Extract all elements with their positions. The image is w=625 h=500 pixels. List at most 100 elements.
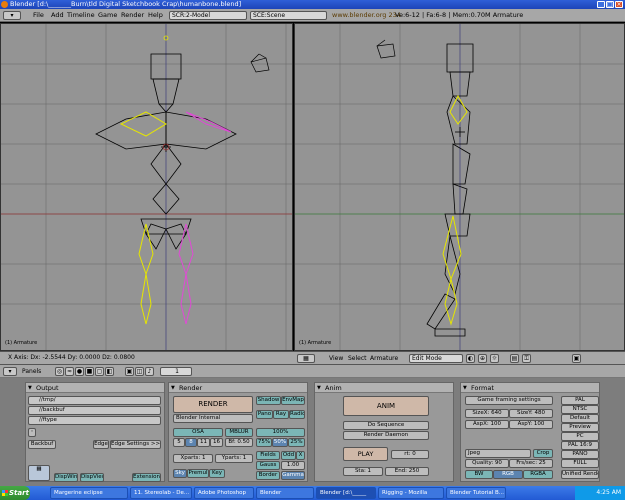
osa-5-button[interactable]: 5 (173, 438, 185, 447)
gauss-toggle[interactable]: Gauss (256, 461, 280, 470)
menu-render[interactable]: Render (121, 11, 144, 20)
viewport-front[interactable]: (1) Armature (0, 23, 293, 351)
menu-game[interactable]: Game (98, 11, 117, 20)
osa-16-button[interactable]: 16 (210, 438, 223, 447)
gauss-value-field[interactable]: 1.00 (281, 461, 305, 470)
preset-pano[interactable]: PANO (561, 450, 599, 459)
yparts-field[interactable]: Yparts: 1 (215, 454, 253, 463)
key-toggle[interactable]: Key (209, 469, 225, 478)
frame-field[interactable]: 1 (160, 367, 192, 376)
select-menu[interactable]: Select (348, 354, 367, 363)
task-blender[interactable]: Blender (256, 487, 314, 499)
file-type-select[interactable]: Jpeg (465, 449, 531, 458)
preset-pal[interactable]: PAL (561, 396, 599, 405)
aspx-field[interactable]: AspX: 100 (465, 420, 509, 429)
lock-icon[interactable]: ⚿ (522, 354, 531, 363)
logic-icon[interactable]: ◎ (55, 367, 64, 376)
anim-button[interactable]: ANIM (343, 396, 429, 416)
start-frame-field[interactable]: Sta: 1 (343, 467, 383, 476)
gamma-toggle[interactable]: Gamma (281, 471, 305, 480)
scene-selector[interactable]: SCE:Scene (250, 11, 327, 20)
window-type-icon[interactable]: ▾ (3, 11, 21, 20)
percent-75-button[interactable]: 75% (256, 438, 272, 447)
envmap-toggle[interactable]: EnvMap (281, 396, 305, 405)
end-frame-field[interactable]: End: 250 (385, 467, 429, 476)
panels-menu[interactable]: Panels (22, 367, 41, 376)
editing-icon[interactable]: ▢ (95, 367, 104, 376)
render-panel-title[interactable]: Render (169, 383, 307, 393)
disp-grid-icon[interactable]: ▦ (28, 465, 50, 481)
game-framing-button[interactable]: Game framing settings (465, 396, 553, 405)
fields-toggle[interactable]: Fields (256, 451, 280, 460)
ray-toggle[interactable]: Ray (273, 410, 289, 419)
start-button[interactable]: Start (0, 486, 30, 500)
dispwin-button[interactable]: DispWin (54, 473, 78, 482)
rgb-toggle[interactable]: RGB (493, 470, 523, 479)
edge-button[interactable]: Edge (93, 440, 109, 449)
viewport-side[interactable]: (1) Armature (294, 23, 625, 351)
task-mozilla[interactable]: Rigging - Mozilla (378, 487, 444, 499)
percent-100-button[interactable]: 100% (256, 428, 305, 437)
render-daemon-button[interactable]: Render Daemon (343, 431, 429, 440)
rt-field[interactable]: rt: 0 (391, 450, 429, 459)
draw-type-icon[interactable]: ◐ (466, 354, 475, 363)
edge-settings-button[interactable]: Edge Settings >> (110, 440, 161, 449)
script-icon[interactable]: ≈ (65, 367, 74, 376)
object-icon[interactable]: ■ (85, 367, 94, 376)
shadow-toggle[interactable]: Shadow (256, 396, 281, 405)
sizey-field[interactable]: SizeY: 480 (509, 409, 553, 418)
fps-field[interactable]: Frs/sec: 25 (509, 459, 553, 468)
preset-default[interactable]: Default (561, 414, 599, 423)
osa-8-button[interactable]: 8 (185, 438, 197, 447)
osa-toggle[interactable]: OSA (173, 428, 223, 437)
view-menu[interactable]: View (329, 354, 343, 363)
ftype-path-field[interactable]: //ftype (28, 416, 161, 425)
quality-field[interactable]: Quality: 90 (465, 459, 509, 468)
output-panel-title[interactable]: Output (26, 383, 164, 393)
preset-full[interactable]: FULL (561, 459, 599, 468)
border-toggle[interactable]: Border (256, 471, 280, 480)
extension-button[interactable]: Extension (132, 473, 161, 482)
menu-file[interactable]: File (33, 11, 44, 20)
render-engine-select[interactable]: Blender Internal (173, 414, 253, 423)
render-button[interactable]: RENDER (173, 396, 253, 413)
percent-50-button[interactable]: 50% (272, 438, 288, 447)
mode-selector[interactable]: Edit Mode (409, 354, 463, 363)
play-button[interactable]: PLAY (343, 447, 388, 461)
unified-renderer-toggle[interactable]: Unified Rende (561, 470, 599, 479)
do-sequence-button[interactable]: Do Sequence (343, 421, 429, 430)
x-toggle[interactable]: X (296, 451, 305, 460)
percent-25-button[interactable]: 25% (288, 438, 305, 447)
anim-buttons-icon[interactable]: ◫ (135, 367, 144, 376)
sound-buttons-icon[interactable]: ♪ (145, 367, 154, 376)
scene-icon[interactable]: ◧ (105, 367, 114, 376)
preset-pc[interactable]: PC (561, 432, 599, 441)
manipulator-icon[interactable]: ☼ (490, 354, 499, 363)
buttons-type-icon[interactable]: ▾ (3, 367, 17, 376)
dispview-button[interactable]: DispView (80, 473, 104, 482)
bw-toggle[interactable]: BW (465, 470, 493, 479)
pivot-icon[interactable]: ⊕ (478, 354, 487, 363)
menu-timeline[interactable]: Timeline (67, 11, 95, 20)
menu-help[interactable]: Help (148, 11, 163, 20)
menu-add[interactable]: Add (51, 11, 64, 20)
sky-toggle[interactable]: Sky (173, 469, 187, 478)
render-buttons-icon[interactable]: ▣ (125, 367, 134, 376)
view3d-type-icon[interactable]: ▦ (297, 354, 315, 363)
task-blender-active[interactable]: Blender [d:\_____ (316, 487, 376, 499)
xparts-field[interactable]: Xparts: 1 (173, 454, 213, 463)
bf-field[interactable]: Bf: 0.50 (225, 438, 253, 447)
task-blender-tutorial[interactable]: Blender Tutorial B... (446, 487, 506, 499)
preset-preview[interactable]: Preview (561, 423, 599, 432)
crop-toggle[interactable]: Crop (533, 449, 553, 458)
close-button[interactable]: × (615, 1, 623, 8)
backbuf-button[interactable]: Backbuf (28, 440, 56, 449)
task-stereolab[interactable]: 11. Stereolab - De... (130, 487, 192, 499)
mblur-toggle[interactable]: MBLUR (225, 428, 253, 437)
screen-selector[interactable]: SCR:2-Model (169, 11, 247, 20)
radio-toggle[interactable]: Radio (289, 410, 305, 419)
layer-icon[interactable]: ▤ (510, 354, 519, 363)
pano-toggle[interactable]: Pano (256, 410, 273, 419)
odd-toggle[interactable]: Odd (281, 451, 296, 460)
maximize-button[interactable]: □ (606, 1, 614, 8)
